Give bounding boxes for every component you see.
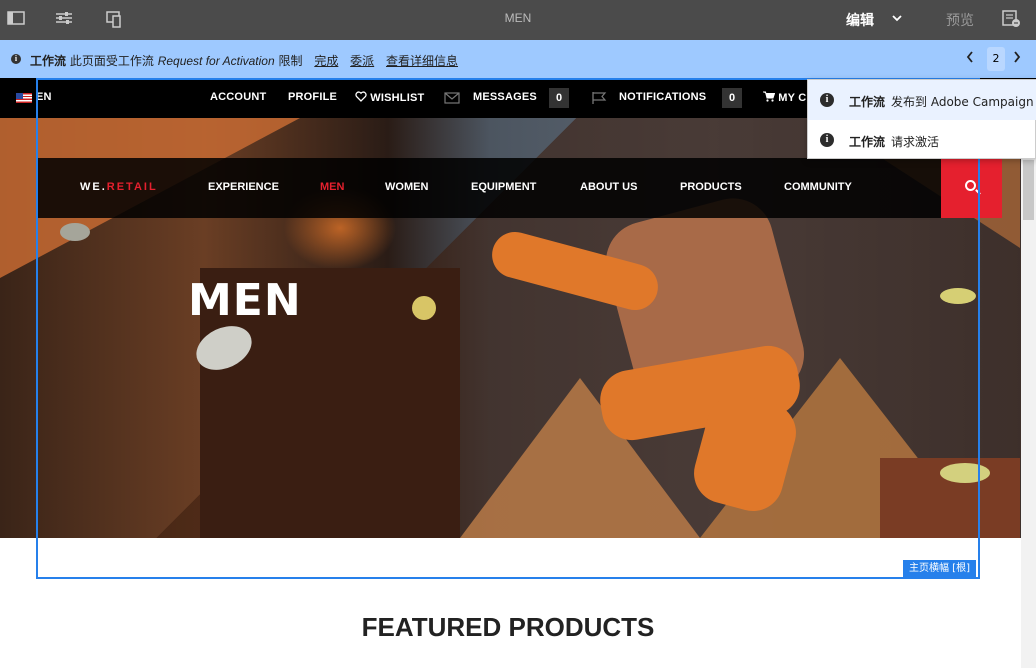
messages-count: 0 [549,88,569,108]
info-icon: i [820,93,834,107]
cart-link[interactable]: MY C [763,91,806,104]
editor-toolbar: MEN 编辑 预览 [0,0,1036,40]
nav-item-women[interactable]: WOMEN [385,181,428,193]
hero-title: MEN [188,275,302,326]
flag-icon[interactable] [591,91,607,108]
nav-item-community[interactable]: COMMUNITY [784,181,852,193]
chevron-down-icon[interactable] [892,12,902,25]
workflow-infobar: i 工作流 此页面受工作流 Request for Activation 限制 … [0,40,1036,78]
profile-link[interactable]: PROFILE [288,91,337,103]
logo-prefix: WE. [80,181,107,193]
preview-button[interactable]: 预览 [946,10,974,30]
annotate-icon[interactable] [1002,10,1022,32]
messages-link[interactable]: MESSAGES [473,91,537,103]
climbing-hold [60,223,90,241]
popover-item-label: 工作流 [849,135,886,149]
mail-icon[interactable] [444,92,460,107]
logo-suffix: RETAIL [106,181,158,193]
featured-products-heading: FEATURED PRODUCTS [361,612,655,642]
search-button[interactable] [941,158,1002,218]
scrollbar-thumb[interactable] [1023,160,1034,220]
account-link[interactable]: ACCOUNT [210,91,266,103]
popover-item-request-activation[interactable]: i 工作流 请求激活 [808,120,1036,160]
us-flag-icon[interactable] [16,93,32,103]
climbing-hold [940,288,976,304]
info-icon: i [11,54,21,64]
component-label[interactable]: 主页横幅 [根] [903,560,976,578]
workflow-page-indicator[interactable]: 2 [987,47,1005,71]
climbing-hold [412,296,436,320]
nav-item-men[interactable]: MEN [320,181,344,193]
popover-item-publish-campaign[interactable]: i 工作流 发布到 Adobe Campaign [808,80,1036,120]
mode-edit-button[interactable]: 编辑 [846,10,874,30]
popover-item-text: 发布到 Adobe Campaign [891,95,1034,109]
delegate-link[interactable]: 委派 [350,54,374,68]
workflow-text-after: 限制 [278,54,303,68]
nav-item-about-us[interactable]: ABOUT US [580,181,637,193]
workflow-name: Request for Activation [157,54,275,68]
wishlist-link[interactable]: WISHLIST [355,91,424,104]
nav-item-products[interactable]: PRODUCTS [680,181,742,193]
nav-item-equipment[interactable]: EQUIPMENT [471,181,536,193]
site-logo[interactable]: WE.RETAIL [80,181,158,193]
climbing-hold [940,463,990,483]
info-icon: i [820,133,834,147]
popover-item-text: 请求激活 [891,135,940,149]
popover-item-label: 工作流 [849,95,886,109]
view-details-link[interactable]: 查看详细信息 [386,54,458,68]
cart-icon [763,91,776,102]
chevron-right-icon[interactable] [1013,51,1021,67]
language-selector[interactable]: EN [36,91,52,103]
page-title: MEN [504,11,532,25]
cart-label: MY C [778,92,807,104]
workflow-message: 工作流 此页面受工作流 Request for Activation 限制 完成… [30,52,458,69]
nav-item-experience[interactable]: EXPERIENCE [208,181,279,193]
workflow-popover: i 工作流 发布到 Adobe Campaign i 工作流 请求激活 [807,79,1036,159]
hero-banner[interactable]: WE.RETAIL EXPERIENCE MEN WOMEN EQUIPMENT… [0,118,1021,538]
workflow-label: 工作流 [30,54,67,68]
main-navigation: WE.RETAIL EXPERIENCE MEN WOMEN EQUIPMENT… [38,158,1002,218]
chevron-left-icon[interactable] [966,51,974,67]
notifications-count: 0 [722,88,742,108]
wishlist-label: WISHLIST [370,92,425,104]
workflow-text-before: 此页面受工作流 [69,54,154,68]
notifications-link[interactable]: NOTIFICATIONS [619,91,706,103]
complete-link[interactable]: 完成 [314,54,338,68]
heart-icon [355,91,367,102]
